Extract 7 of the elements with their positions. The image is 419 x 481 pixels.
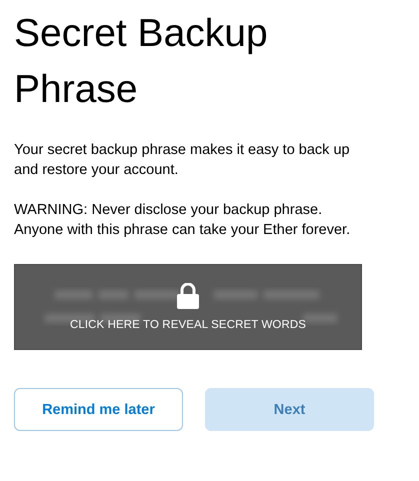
- remind-later-button[interactable]: Remind me later: [14, 388, 183, 431]
- body-text: Your secret backup phrase makes it easy to back up and restore your account.: [14, 141, 351, 180]
- lock-icon: [177, 283, 199, 309]
- body-text: WARNING: Never disclose your backup phrase. Anyone with this phrase can take your Ether forever.: [14, 201, 352, 240]
- reveal-secret-words-button[interactable]: CLICK HERE TO REVEAL SECRET WORDS: [14, 264, 362, 350]
- reveal-label: CLICK HERE TO REVEAL SECRET WORDS: [70, 319, 306, 331]
- page-title: Secret Backup Phrase: [14, 11, 269, 113]
